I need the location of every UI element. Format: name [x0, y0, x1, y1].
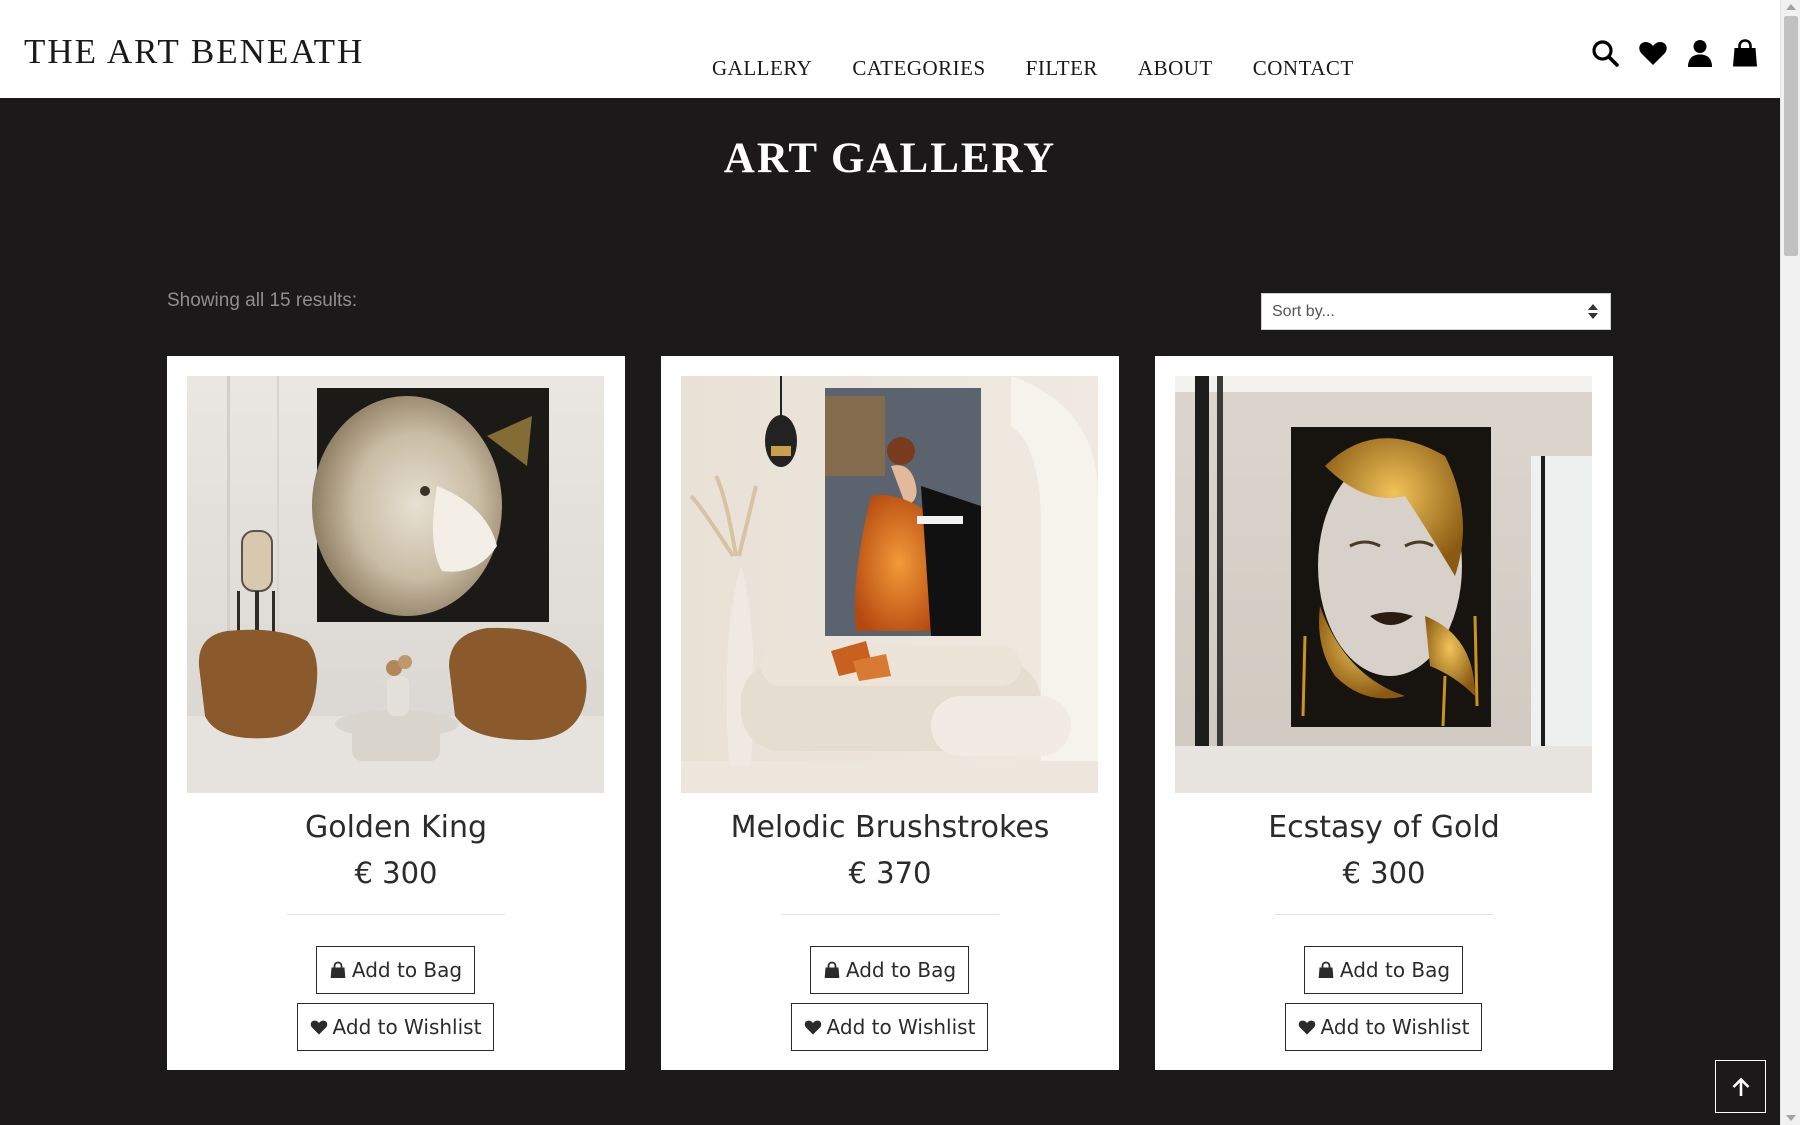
- add-to-wishlist-label: Add to Wishlist: [332, 1015, 482, 1039]
- results-count: Showing all 15 results:: [167, 290, 358, 311]
- nav-item-filter[interactable]: FILTER: [1026, 56, 1098, 81]
- user-icon[interactable]: [1685, 38, 1715, 68]
- add-to-bag-label: Add to Bag: [1339, 958, 1451, 982]
- sort-arrows-icon: [1588, 304, 1598, 320]
- product-image-pianist[interactable]: [681, 376, 1098, 793]
- scroll-thumb[interactable]: [1784, 16, 1798, 256]
- search-icon[interactable]: [1590, 38, 1620, 68]
- main-nav: GALLERY CATEGORIES FILTER ABOUT CONTACT: [712, 56, 1354, 81]
- add-to-bag-button[interactable]: Add to Bag: [1304, 946, 1463, 994]
- nav-item-contact[interactable]: CONTACT: [1253, 56, 1354, 81]
- card-divider: [287, 914, 505, 915]
- heart-icon[interactable]: [1638, 38, 1668, 68]
- add-to-wishlist-button[interactable]: Add to Wishlist: [297, 1003, 494, 1051]
- card-divider: [1275, 914, 1493, 915]
- product-title[interactable]: Golden King: [167, 810, 625, 845]
- page-title: ART GALLERY: [723, 135, 1057, 182]
- add-to-bag-button[interactable]: Add to Bag: [316, 946, 475, 994]
- product-card: Melodic Brushstrokes € 370 Add to Bag Ad…: [661, 356, 1119, 1070]
- site-logo[interactable]: THE ART BENEATH: [24, 32, 364, 72]
- product-image-gold-face[interactable]: [1175, 376, 1592, 793]
- card-divider: [781, 914, 999, 915]
- heart-icon: [310, 1018, 328, 1036]
- nav-item-about[interactable]: ABOUT: [1138, 56, 1213, 81]
- add-to-wishlist-label: Add to Wishlist: [1320, 1015, 1470, 1039]
- product-card: Golden King € 300 Add to Bag Add to Wish…: [167, 356, 625, 1070]
- heart-icon: [804, 1018, 822, 1036]
- add-to-wishlist-button[interactable]: Add to Wishlist: [1285, 1003, 1482, 1051]
- site-header: THE ART BENEATH GALLERY CATEGORIES FILTE…: [0, 0, 1780, 98]
- shopping-bag-icon: [329, 961, 347, 979]
- back-to-top-button[interactable]: [1715, 1060, 1766, 1113]
- scroll-up-arrow[interactable]: [1786, 4, 1796, 10]
- product-card: Ecstasy of Gold € 300 Add to Bag Add to …: [1155, 356, 1613, 1070]
- nav-item-gallery[interactable]: GALLERY: [712, 56, 812, 81]
- add-to-wishlist-button[interactable]: Add to Wishlist: [791, 1003, 988, 1051]
- add-to-bag-button[interactable]: Add to Bag: [810, 946, 969, 994]
- add-to-bag-label: Add to Bag: [845, 958, 957, 982]
- sort-dropdown[interactable]: Sort by...: [1261, 293, 1611, 330]
- arrow-up-icon: [1730, 1076, 1752, 1098]
- add-to-wishlist-label: Add to Wishlist: [826, 1015, 976, 1039]
- sort-selected-value: Sort by...: [1272, 303, 1335, 320]
- heart-icon: [1298, 1018, 1316, 1036]
- product-title[interactable]: Ecstasy of Gold: [1155, 810, 1613, 845]
- product-price: € 300: [1342, 856, 1426, 890]
- product-price: € 370: [848, 856, 932, 890]
- nav-item-categories[interactable]: CATEGORIES: [852, 56, 985, 81]
- page-scrollbar[interactable]: [1780, 0, 1800, 1125]
- product-price: € 300: [354, 856, 438, 890]
- shopping-bag-icon: [823, 961, 841, 979]
- product-image-lion[interactable]: [187, 376, 604, 793]
- shopping-bag-icon[interactable]: [1730, 38, 1760, 68]
- scroll-down-arrow[interactable]: [1786, 1115, 1796, 1121]
- shopping-bag-icon: [1317, 961, 1335, 979]
- product-title[interactable]: Melodic Brushstrokes: [661, 810, 1119, 845]
- add-to-bag-label: Add to Bag: [351, 958, 463, 982]
